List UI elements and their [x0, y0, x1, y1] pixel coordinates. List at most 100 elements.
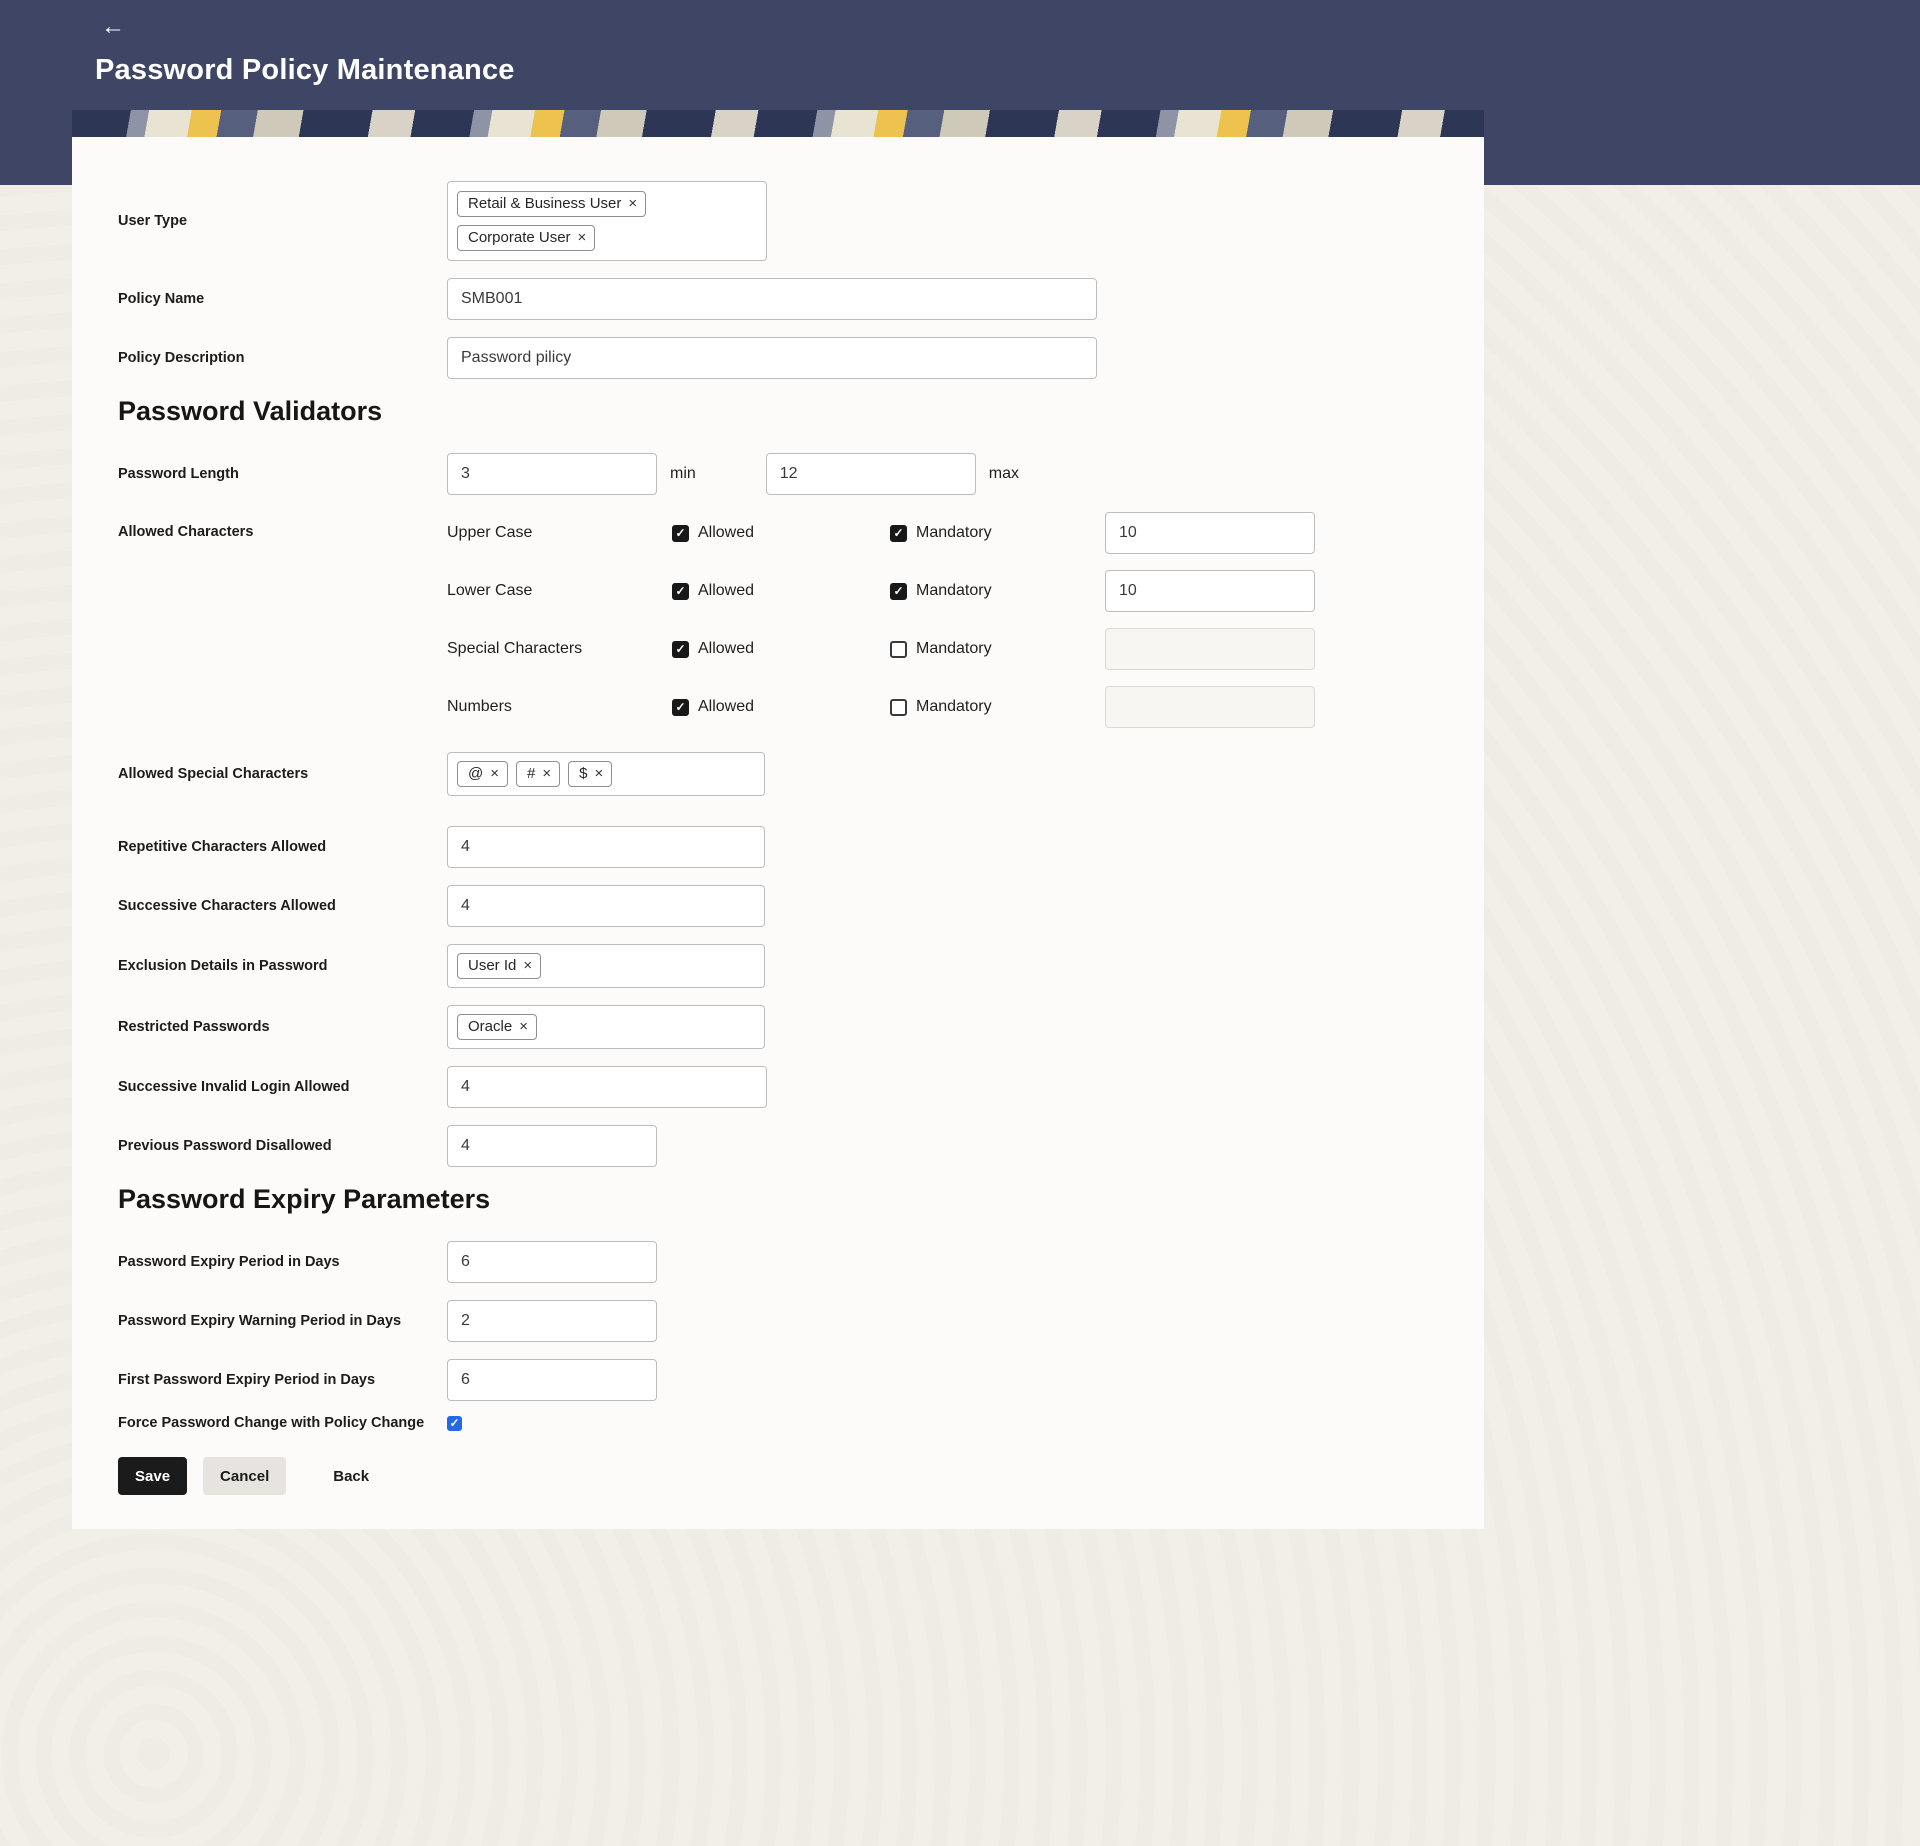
exclusion-details-label: Exclusion Details in Password — [118, 958, 447, 974]
successive-invalid-login-row: Successive Invalid Login Allowed — [118, 1066, 1438, 1108]
restricted-chip: Oracle × — [457, 1014, 537, 1040]
close-icon[interactable]: × — [542, 766, 551, 781]
password-expiry-warning-input[interactable] — [447, 1300, 657, 1342]
content-card: User Type Retail & Business User × Corpo… — [72, 110, 1484, 1529]
back-arrow-icon[interactable]: ← — [101, 15, 125, 39]
cancel-button[interactable]: Cancel — [203, 1457, 286, 1495]
close-icon[interactable]: × — [519, 1019, 528, 1034]
lower-case-count-input[interactable] — [1105, 570, 1315, 612]
successive-invalid-login-input[interactable] — [447, 1066, 767, 1108]
check-icon: ✓ — [675, 527, 685, 539]
upper-case-mandatory-checkbox[interactable]: ✓ Mandatory — [890, 524, 1105, 542]
policy-name-input[interactable] — [447, 278, 1097, 320]
exclusion-chip: User Id × — [457, 953, 541, 979]
max-label: max — [989, 465, 1019, 483]
policy-description-input[interactable] — [447, 337, 1097, 379]
save-button[interactable]: Save — [118, 1457, 187, 1495]
chip-label: Retail & Business User — [468, 195, 621, 212]
successive-characters-label: Successive Characters Allowed — [118, 898, 447, 914]
lower-case-mandatory-checkbox[interactable]: ✓ Mandatory — [890, 582, 1105, 600]
allowed-special-characters-row: Allowed Special Characters @ × # × $ × — [118, 752, 1438, 796]
allowed-special-characters-multiselect[interactable]: @ × # × $ × — [447, 752, 765, 796]
numbers-mandatory-checkbox[interactable]: ✓ Mandatory — [890, 698, 1105, 716]
check-icon: ✓ — [675, 585, 685, 597]
character-type-label: Numbers — [447, 698, 672, 716]
checkbox-icon[interactable]: ✓ — [672, 525, 689, 542]
special-characters-count-input — [1105, 628, 1315, 670]
chip-label: @ — [468, 765, 483, 782]
close-icon[interactable]: × — [628, 196, 637, 211]
special-characters-allowed-checkbox[interactable]: ✓ Allowed — [672, 640, 890, 658]
action-buttons: Save Cancel Back — [118, 1457, 1438, 1495]
close-icon[interactable]: × — [578, 230, 587, 245]
password-length-max-input[interactable] — [766, 453, 976, 495]
chip-label: Oracle — [468, 1018, 512, 1035]
close-icon[interactable]: × — [490, 766, 499, 781]
checkbox-icon[interactable]: ✓ — [890, 583, 907, 600]
first-password-expiry-input[interactable] — [447, 1359, 657, 1401]
allowed-special-characters-label: Allowed Special Characters — [118, 766, 447, 782]
allowed-label: Allowed — [698, 640, 754, 658]
close-icon[interactable]: × — [594, 766, 603, 781]
special-char-chip: @ × — [457, 761, 508, 787]
chip-label: $ — [579, 765, 587, 782]
min-label: min — [670, 465, 696, 483]
exclusion-details-multiselect[interactable]: User Id × — [447, 944, 765, 988]
policy-description-row: Policy Description — [118, 337, 1438, 379]
allowed-label: Allowed — [698, 524, 754, 542]
previous-password-label: Previous Password Disallowed — [118, 1138, 447, 1154]
repetitive-characters-label: Repetitive Characters Allowed — [118, 839, 447, 855]
password-expiry-period-input[interactable] — [447, 1241, 657, 1283]
special-characters-row: Special Characters ✓ Allowed ✓ Mandatory — [447, 628, 1438, 670]
chip-label: Corporate User — [468, 229, 571, 246]
upper-case-allowed-checkbox[interactable]: ✓ Allowed — [672, 524, 890, 542]
user-type-multiselect[interactable]: Retail & Business User × Corporate User … — [447, 181, 767, 261]
force-password-change-checkbox[interactable]: ✓ — [447, 1416, 462, 1431]
checkbox-icon[interactable]: ✓ — [890, 525, 907, 542]
check-icon: ✓ — [675, 643, 685, 655]
first-password-expiry-label: First Password Expiry Period in Days — [118, 1372, 447, 1388]
decorative-banner — [72, 110, 1484, 137]
checkbox-icon[interactable]: ✓ — [672, 699, 689, 716]
form-content: User Type Retail & Business User × Corpo… — [72, 137, 1484, 1495]
user-type-chip: Retail & Business User × — [457, 191, 646, 217]
allowed-characters-grid: Upper Case ✓ Allowed ✓ Mandatory — [447, 512, 1438, 728]
numbers-allowed-checkbox[interactable]: ✓ Allowed — [672, 698, 890, 716]
exclusion-details-row: Exclusion Details in Password User Id × — [118, 944, 1438, 988]
check-icon: ✓ — [893, 585, 903, 597]
special-char-chip: $ × — [568, 761, 612, 787]
policy-description-label: Policy Description — [118, 350, 447, 366]
password-validators-heading: Password Validators — [118, 396, 1438, 427]
checkbox-icon[interactable]: ✓ — [672, 583, 689, 600]
allowed-characters-label: Allowed Characters — [118, 512, 447, 540]
character-type-label: Upper Case — [447, 524, 672, 542]
allowed-characters-row: Allowed Characters Upper Case ✓ Allowed … — [118, 512, 1438, 728]
successive-characters-input[interactable] — [447, 885, 765, 927]
check-icon: ✓ — [449, 1417, 459, 1429]
checkbox-icon[interactable]: ✓ — [890, 699, 907, 716]
restricted-passwords-label: Restricted Passwords — [118, 1019, 447, 1035]
lower-case-row: Lower Case ✓ Allowed ✓ Mandatory — [447, 570, 1438, 612]
password-expiry-period-label: Password Expiry Period in Days — [118, 1254, 447, 1270]
password-length-min-input[interactable] — [447, 453, 657, 495]
user-type-row: User Type Retail & Business User × Corpo… — [118, 181, 1438, 261]
close-icon[interactable]: × — [523, 958, 532, 973]
restricted-passwords-row: Restricted Passwords Oracle × — [118, 1005, 1438, 1049]
allowed-label: Allowed — [698, 582, 754, 600]
restricted-passwords-multiselect[interactable]: Oracle × — [447, 1005, 765, 1049]
upper-case-count-input[interactable] — [1105, 512, 1315, 554]
check-icon: ✓ — [675, 701, 685, 713]
password-length-label: Password Length — [118, 466, 447, 482]
lower-case-allowed-checkbox[interactable]: ✓ Allowed — [672, 582, 890, 600]
repetitive-characters-input[interactable] — [447, 826, 765, 868]
back-button[interactable]: Back — [316, 1457, 386, 1495]
checkbox-icon[interactable]: ✓ — [672, 641, 689, 658]
allowed-label: Allowed — [698, 698, 754, 716]
checkbox-icon[interactable]: ✓ — [890, 641, 907, 658]
password-expiry-warning-row: Password Expiry Warning Period in Days — [118, 1300, 1438, 1342]
successive-characters-row: Successive Characters Allowed — [118, 885, 1438, 927]
user-type-label: User Type — [118, 213, 447, 229]
special-characters-mandatory-checkbox[interactable]: ✓ Mandatory — [890, 640, 1105, 658]
previous-password-input[interactable] — [447, 1125, 657, 1167]
policy-name-label: Policy Name — [118, 291, 447, 307]
